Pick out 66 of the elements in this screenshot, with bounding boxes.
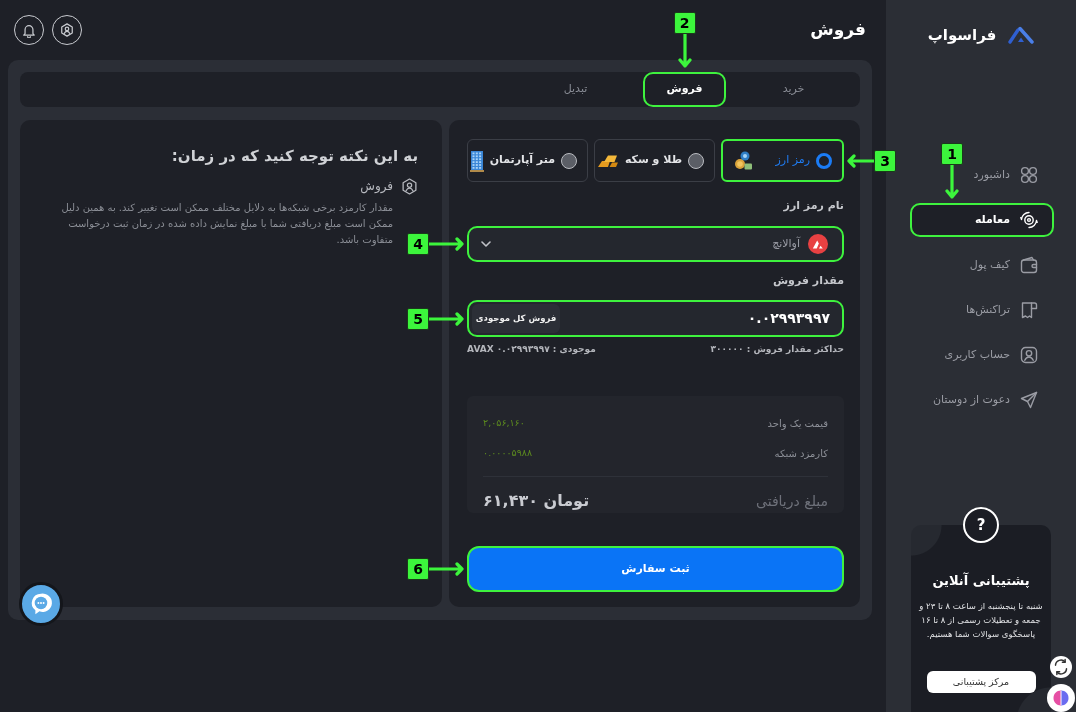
support-text: شنبه تا پنجشنبه از ساعت ۸ تا ۲۳ و جمعه و تعطیلات رسمی از ۸ تا ۱۶ پاسخگوی سوالات شما هستیم. (919, 600, 1043, 641)
exchange-icon (1020, 211, 1038, 229)
radio-button[interactable] (561, 152, 578, 169)
total-label: مبلغ دریافتی (756, 491, 828, 512)
balance-hint: موجودی : ۰.۰۲۹۹۳۹۹۷ AVAX (467, 343, 596, 355)
wallet-icon (1020, 256, 1038, 274)
support-center-button[interactable]: مرکز پشتیبانی (926, 671, 1036, 693)
callout-badge: 1 (941, 143, 963, 165)
callout-badge: 6 (407, 558, 430, 580)
summary-value: ۲,۰۵۶,۱۶۰ (483, 415, 525, 430)
currency-select[interactable]: آوالانچ (467, 226, 844, 262)
total-value: ۶۱,۴۳۰ تومان (483, 490, 590, 512)
summary-value: ۰.۰۰۰۰۵۹۸۸ (483, 445, 532, 460)
radio-button[interactable] (816, 152, 832, 169)
arrow-icon (429, 237, 466, 251)
bell-icon (22, 22, 36, 38)
asset-option[interactable]: رمز ارز (721, 139, 844, 182)
logo-text: فراسواپ (927, 25, 997, 46)
sidebar-item[interactable]: کیف پول (910, 248, 1054, 282)
field-label: مقدار فروش (771, 274, 844, 288)
sidebar-item[interactable]: دعوت از دوستان (910, 383, 1054, 417)
support-title: پشتیبانی آنلاین (932, 571, 1030, 590)
tab[interactable]: تبدیل (534, 72, 617, 107)
user-icon (1020, 346, 1038, 364)
grid-icon (1020, 166, 1038, 184)
callout-badge: 2 (673, 12, 696, 34)
arrow-icon (846, 153, 874, 168)
notice-text: مقدار کارمزد برخی شبکه‌ها به دلایل مختلف ممکن است تغییر کند. به همین دلیل ممکن است مبلغ دریافتی شما با مبلغ نمایش داده شده در زمان ثبت درخواست متفاوت باشد. (60, 201, 394, 248)
summary-label: کارمزد شبکه (774, 446, 828, 461)
field-label: نام رمز ارز (782, 199, 844, 213)
logo-icon (1008, 26, 1035, 44)
radio-button[interactable] (688, 152, 704, 169)
notice-subtitle: فروش (360, 178, 394, 195)
max-amount-hint: حداکثر مقدار فروش : ۳۰۰۰۰۰ (710, 343, 844, 355)
callout-badge: 5 (407, 307, 430, 330)
receipt-icon (1020, 301, 1038, 319)
tab[interactable]: فروش (643, 72, 726, 107)
page-title: فروش (810, 18, 866, 42)
summary-label: قیمت یک واحد (767, 416, 828, 431)
coin-logo-icon (808, 234, 828, 254)
sidebar-item[interactable]: معامله (910, 203, 1054, 237)
amount-field[interactable]: ۰.۰۲۹۹۳۹۹۷ فروش کل موجودی (467, 300, 844, 337)
send-icon (1020, 391, 1038, 409)
submit-order-button[interactable]: ثبت سفارش (467, 546, 844, 592)
arrow-icon (677, 34, 692, 69)
building-icon (469, 149, 484, 172)
arrow-icon (429, 311, 466, 326)
coins-icon (733, 150, 753, 171)
sidebar-item[interactable]: تراکنش‌ها (910, 293, 1054, 327)
callout-badge: 4 (407, 233, 430, 255)
sidebar-item[interactable]: حساب کاربری (910, 338, 1054, 372)
arrow-icon (429, 562, 466, 576)
arrow-icon (945, 165, 959, 200)
notice-title: به این نکته توجه کنید که در زمان: (170, 146, 419, 166)
callout-badge: 3 (874, 149, 896, 172)
asset-option[interactable]: طلا و سکه (594, 139, 715, 182)
user-icon (401, 177, 419, 195)
user-icon (60, 23, 74, 37)
swap-arrows-icon[interactable] (1050, 656, 1072, 678)
ingots-icon (596, 153, 619, 168)
tab[interactable]: خرید (752, 72, 835, 107)
chevron-down-icon (481, 241, 492, 247)
split-circle-icon[interactable] (1047, 684, 1075, 712)
sell-all-button[interactable]: فروش کل موجودی (472, 304, 561, 333)
help-icon: ? (963, 507, 999, 543)
asset-option[interactable]: متر آپارتمان (467, 139, 589, 182)
